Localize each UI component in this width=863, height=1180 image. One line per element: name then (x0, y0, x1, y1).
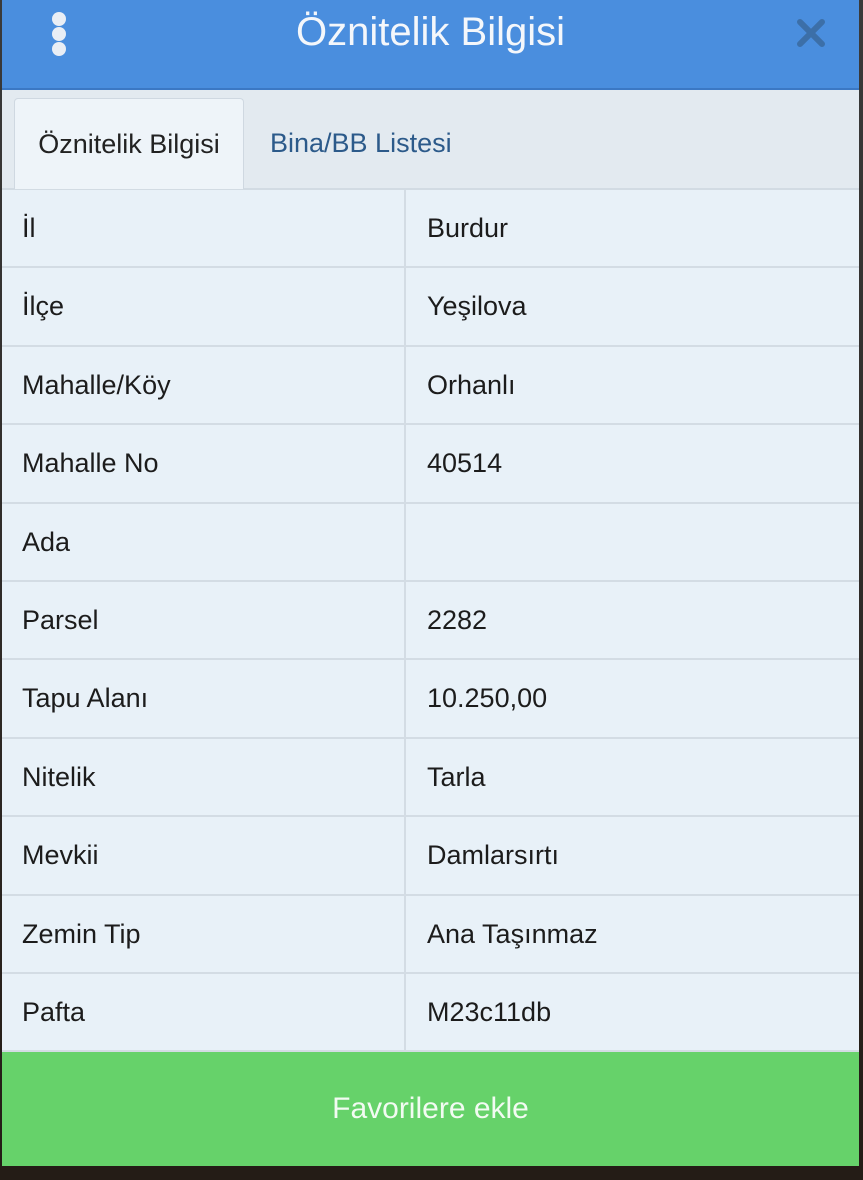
attribute-name: Zemin Tip (22, 918, 141, 949)
attribute-name: Mahalle No (22, 448, 159, 479)
attribute-value-cell (406, 503, 859, 580)
attribute-value-cell: Tarla (406, 738, 859, 816)
attribute-name-cell: Zemin Tip (2, 895, 406, 972)
attribute-dialog: Öznitelik Bilgisi Öznitelik Bilgisi Bina… (2, 0, 859, 1166)
table-row: Nitelik Tarla (2, 738, 859, 818)
attribute-value: 2282 (427, 604, 488, 635)
attribute-name-cell: Mahalle No (2, 425, 406, 502)
table-row: Zemin Tip Ana Taşınmaz (2, 895, 859, 974)
attribute-value-cell: Burdur (406, 190, 859, 267)
attribute-name: Ada (22, 526, 71, 557)
close-button[interactable] (794, 16, 828, 50)
table-row: İl Burdur (2, 190, 859, 269)
table-row: Mevkii Damlarsırtı (2, 817, 859, 896)
attribute-value: Damlarsırtı (427, 840, 560, 871)
attribute-value-cell: 40514 (406, 425, 859, 502)
attribute-value-cell: Yeşilova (406, 268, 859, 345)
attribute-value-cell: 10.250,00 (406, 660, 859, 737)
attribute-value-cell: M23c11db (406, 973, 859, 1051)
attribute-name-cell: Mevkii (2, 817, 406, 894)
tab-attribute-info[interactable]: Öznitelik Bilgisi (14, 98, 244, 189)
attribute-name-cell: Parsel (2, 581, 406, 659)
table-row: Parsel 2282 (2, 581, 859, 661)
attribute-name: Nitelik (22, 761, 96, 792)
attribute-value: 40514 (427, 448, 503, 479)
attribute-value: M23c11db (427, 996, 552, 1027)
attribute-name-cell: Mahalle/Köy (2, 346, 406, 424)
attribute-name: Mahalle/Köy (22, 369, 171, 400)
attribute-name-cell: Tapu Alanı (2, 660, 406, 737)
screen-background: Öznitelik Bilgisi Öznitelik Bilgisi Bina… (0, 0, 863, 1180)
attribute-name-cell: Nitelik (2, 738, 406, 816)
table-row: Ada (2, 503, 859, 582)
attribute-table: İl Burdur İlçe Yeşilova Mahalle/Köy Orhanlı Ma… (2, 190, 859, 1053)
attribute-name-cell: Ada (2, 503, 406, 580)
table-row: Pafta M23c11db (2, 973, 859, 1053)
add-to-favorites-button[interactable]: Favorilere ekle (2, 1052, 859, 1166)
attribute-value-cell: Damlarsırtı (406, 817, 859, 894)
attribute-value: Tarla (427, 761, 486, 792)
tab-bar: Öznitelik Bilgisi Bina/BB Listesi (2, 90, 859, 190)
attribute-name: İlçe (22, 291, 65, 322)
attribute-value-cell: Orhanlı (406, 346, 859, 424)
dialog-header: Öznitelik Bilgisi (2, 0, 859, 90)
attribute-name: Parsel (22, 604, 99, 635)
attribute-value: Ana Taşınmaz (427, 918, 598, 949)
attribute-value: 10.250,00 (427, 683, 548, 714)
dialog-title: Öznitelik Bilgisi (296, 10, 565, 54)
attribute-value-cell: Ana Taşınmaz (406, 895, 859, 972)
attribute-name-cell: Pafta (2, 973, 406, 1051)
attribute-name-cell: İl (2, 190, 406, 267)
attribute-name: Tapu Alanı (22, 683, 149, 714)
close-icon (797, 19, 825, 47)
table-row: İlçe Yeşilova (2, 268, 859, 347)
attribute-value: Burdur (427, 213, 509, 243)
attribute-value-cell: 2282 (406, 581, 859, 659)
attribute-name: Mevkii (22, 840, 99, 871)
attribute-name-cell: İlçe (2, 268, 406, 345)
table-row: Mahalle No 40514 (2, 425, 859, 504)
tab-building-list[interactable]: Bina/BB Listesi (270, 98, 452, 188)
attribute-name: İl (22, 213, 36, 243)
table-row: Mahalle/Köy Orhanlı (2, 346, 859, 426)
attribute-value: Orhanlı (427, 369, 516, 400)
attribute-name: Pafta (22, 996, 86, 1027)
attribute-value: Yeşilova (427, 291, 527, 322)
table-row: Tapu Alanı 10.250,00 (2, 660, 859, 739)
